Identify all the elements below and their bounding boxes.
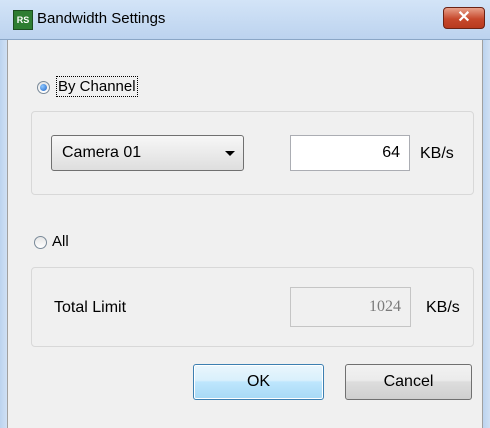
channel-limit-unit: KB/s xyxy=(420,145,454,162)
window-title: Bandwidth Settings xyxy=(37,10,166,27)
cancel-button[interactable]: Cancel xyxy=(345,364,472,400)
app-icon: RS xyxy=(13,10,33,30)
ok-button[interactable]: OK xyxy=(193,364,324,400)
by-channel-radio[interactable] xyxy=(37,81,50,94)
close-button[interactable]: ✕ xyxy=(443,7,485,29)
title-bar: RS Bandwidth Settings ✕ xyxy=(0,0,490,40)
by-channel-label[interactable]: By Channel xyxy=(56,76,138,97)
window-frame-right xyxy=(483,40,490,428)
radio-selected-dot xyxy=(40,84,47,91)
camera-select[interactable]: Camera 01 xyxy=(51,135,244,171)
camera-select-value: Camera 01 xyxy=(62,144,142,161)
all-radio[interactable] xyxy=(34,236,47,249)
channel-limit-input[interactable]: 64 xyxy=(290,135,410,171)
total-limit-label: Total Limit xyxy=(54,299,127,316)
all-label[interactable]: All xyxy=(52,233,69,250)
total-limit-unit: KB/s xyxy=(426,299,460,316)
total-limit-input[interactable]: 1024 xyxy=(290,287,411,327)
chevron-down-icon xyxy=(225,151,235,156)
close-icon: ✕ xyxy=(457,9,471,26)
window-frame-left xyxy=(0,40,7,428)
